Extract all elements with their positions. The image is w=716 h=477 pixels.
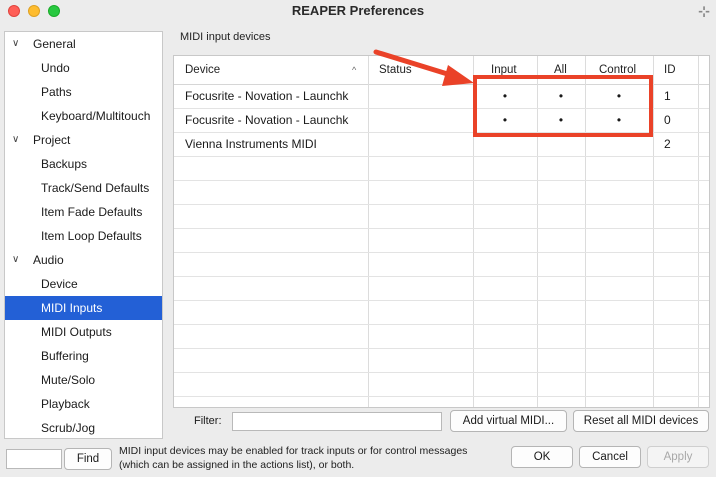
sidebar-item-item-fade-defaults[interactable]: Item Fade Defaults bbox=[5, 200, 162, 224]
column-header-device[interactable]: Device bbox=[185, 56, 220, 84]
table-row[interactable] bbox=[174, 372, 709, 397]
sidebar-item-audio[interactable]: ∨ Audio bbox=[5, 248, 162, 272]
cell-device: Focusrite - Novation - Launchk bbox=[185, 113, 349, 127]
sidebar-item-playback[interactable]: Playback bbox=[5, 392, 162, 416]
close-window-button[interactable] bbox=[8, 5, 20, 17]
cell-id: 1 bbox=[664, 89, 671, 103]
table-row[interactable] bbox=[174, 180, 709, 205]
table-row[interactable] bbox=[174, 204, 709, 229]
sidebar-item-track-send-defaults[interactable]: Track/Send Defaults bbox=[5, 176, 162, 200]
column-header-id[interactable]: ID bbox=[664, 56, 676, 84]
table-row[interactable] bbox=[174, 276, 709, 301]
window-title: REAPER Preferences bbox=[291, 3, 425, 18]
cancel-button[interactable]: Cancel bbox=[579, 446, 641, 468]
table-row[interactable] bbox=[174, 348, 709, 373]
minimize-window-button[interactable] bbox=[28, 5, 40, 17]
chevron-down-icon[interactable]: ∨ bbox=[12, 128, 19, 152]
table-row[interactable] bbox=[174, 300, 709, 325]
cell-id: 2 bbox=[664, 137, 671, 151]
table-row[interactable] bbox=[174, 324, 709, 349]
find-button[interactable]: Find bbox=[64, 448, 112, 470]
sidebar-item-label: Undo bbox=[41, 61, 70, 75]
sidebar-item-label: Item Fade Defaults bbox=[41, 205, 143, 219]
sidebar-item-device[interactable]: Device bbox=[5, 272, 162, 296]
cell-id: 0 bbox=[664, 113, 671, 127]
table-row[interactable] bbox=[174, 156, 709, 181]
annotation-highlight-box bbox=[473, 75, 653, 137]
add-virtual-midi-button[interactable]: Add virtual MIDI... bbox=[450, 410, 567, 432]
cell-status bbox=[379, 108, 469, 132]
sidebar-item-label: MIDI Outputs bbox=[41, 325, 112, 339]
help-text: MIDI input devices may be enabled for tr… bbox=[119, 445, 468, 471]
sidebar-item-label: Keyboard/Multitouch bbox=[41, 109, 151, 123]
sidebar-item-label: Scrub/Jog bbox=[41, 421, 96, 435]
sidebar-item-label: Device bbox=[41, 277, 78, 291]
panel-title: MIDI input devices bbox=[180, 31, 271, 43]
sidebar-item-label: Item Loop Defaults bbox=[41, 229, 142, 243]
pin-icon[interactable]: ⊹ bbox=[698, 0, 710, 22]
sidebar-item-backups[interactable]: Backups bbox=[5, 152, 162, 176]
sidebar-item-label: Project bbox=[33, 133, 71, 147]
sidebar-item-label: MIDI Inputs bbox=[41, 301, 103, 315]
sidebar-item-label: Playback bbox=[41, 397, 90, 411]
chevron-down-icon[interactable]: ∨ bbox=[12, 248, 19, 272]
sidebar-item-label: General bbox=[33, 37, 76, 51]
sidebar-item-label: Track/Send Defaults bbox=[41, 181, 150, 195]
title-bar: REAPER Preferences ⊹ bbox=[0, 0, 716, 24]
sidebar-item-item-loop-defaults[interactable]: Item Loop Defaults bbox=[5, 224, 162, 248]
sidebar-item-midi-outputs[interactable]: MIDI Outputs bbox=[5, 320, 162, 344]
reset-all-midi-devices-button[interactable]: Reset all MIDI devices bbox=[573, 410, 709, 432]
sidebar-item-label: Paths bbox=[41, 85, 72, 99]
sidebar-item-label: Backups bbox=[41, 157, 88, 171]
sidebar-item-label: Mute/Solo bbox=[41, 373, 96, 387]
filter-label: Filter: bbox=[194, 415, 222, 427]
chevron-down-icon[interactable]: ∨ bbox=[12, 32, 19, 56]
annotation-arrow bbox=[373, 49, 474, 86]
table-row[interactable] bbox=[174, 228, 709, 253]
sidebar-item-undo[interactable]: Undo bbox=[5, 56, 162, 80]
sidebar-item-general[interactable]: ∨ General bbox=[5, 32, 162, 56]
table-row[interactable] bbox=[174, 252, 709, 277]
sidebar-item-buffering[interactable]: Buffering bbox=[5, 344, 162, 368]
sidebar-item-midi-inputs[interactable]: MIDI Inputs bbox=[5, 296, 162, 320]
apply-button[interactable]: Apply bbox=[647, 446, 709, 468]
cell-device: Vienna Instruments MIDI bbox=[185, 137, 317, 151]
chevron-up-icon: ^ bbox=[352, 65, 357, 75]
ok-button[interactable]: OK bbox=[511, 446, 573, 468]
find-input[interactable] bbox=[6, 449, 62, 469]
filter-input[interactable] bbox=[232, 412, 442, 431]
sidebar-item-project[interactable]: ∨ Project bbox=[5, 128, 162, 152]
sidebar-item-mute-solo[interactable]: Mute/Solo bbox=[5, 368, 162, 392]
sidebar-item-label: Audio bbox=[33, 253, 64, 267]
cell-status bbox=[379, 132, 469, 156]
cell-device: Focusrite - Novation - Launchk bbox=[185, 89, 349, 103]
zoom-window-button[interactable] bbox=[48, 5, 60, 17]
preferences-tree[interactable]: ∨ General Undo Paths Keyboard/Multitouch ∨ Pro… bbox=[4, 31, 163, 439]
sidebar-item-scrub-jog[interactable]: Scrub/Jog bbox=[5, 416, 162, 438]
sidebar-item-label: Buffering bbox=[41, 349, 89, 363]
sidebar-item-paths[interactable]: Paths bbox=[5, 80, 162, 104]
sidebar-item-keyboard-multitouch[interactable]: Keyboard/Multitouch bbox=[5, 104, 162, 128]
